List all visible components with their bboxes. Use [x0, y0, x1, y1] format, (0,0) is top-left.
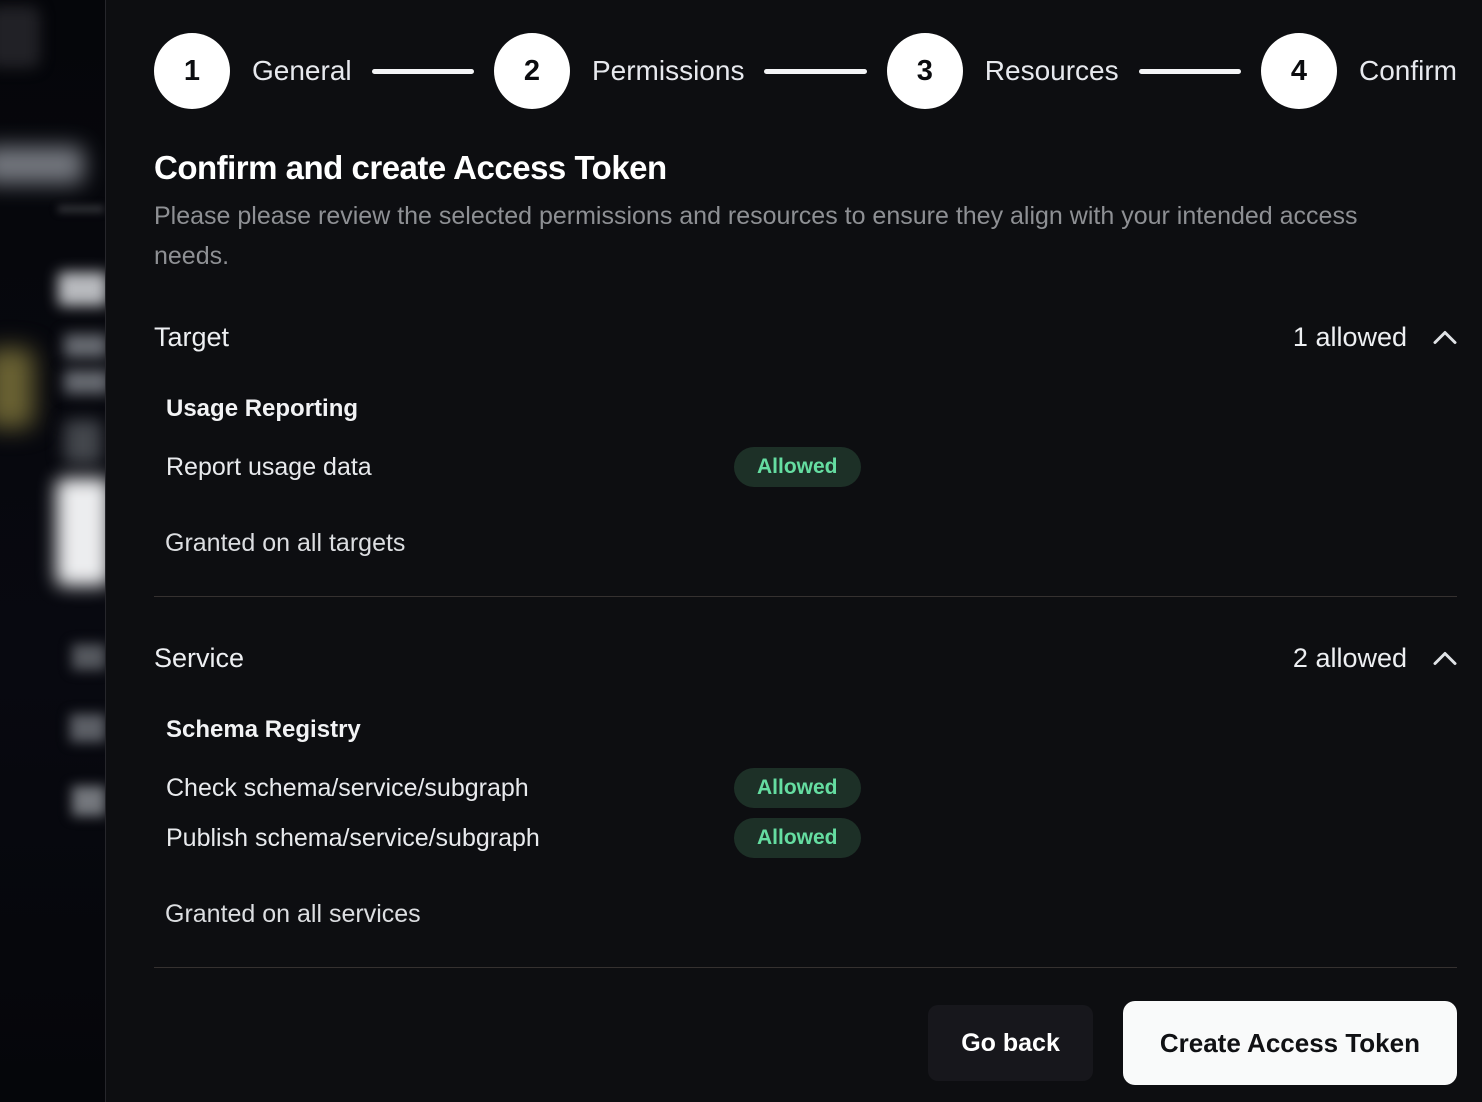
section-collapse-toggle[interactable]: 2 allowed [1293, 643, 1457, 674]
background-page [0, 0, 106, 1102]
step-resources[interactable]: 3 Resources [887, 33, 1119, 109]
step-connector-line [764, 69, 866, 74]
blurred-text-line [72, 786, 106, 816]
step-label: Resources [985, 55, 1119, 87]
step-label: Permissions [592, 55, 744, 87]
permission-row: Check schema/service/subgraph Allowed [166, 768, 1457, 808]
step-number-badge: 4 [1261, 33, 1337, 109]
step-label: General [252, 55, 352, 87]
permission-row: Publish schema/service/subgraph Allowed [166, 818, 1457, 858]
blurred-accent-block [0, 348, 34, 428]
step-number-badge: 3 [887, 33, 963, 109]
chevron-up-icon [1433, 330, 1457, 345]
section-footnote: Granted on all services [165, 900, 1457, 929]
blurred-text-line [64, 334, 106, 358]
blurred-divider [58, 206, 104, 212]
section-target: Target 1 allowed Usage Reporting Report … [154, 322, 1457, 558]
step-connector-line [372, 69, 474, 74]
section-footnote: Granted on all targets [165, 529, 1457, 558]
section-divider [154, 596, 1457, 597]
step-confirm[interactable]: 4 Confirm [1261, 33, 1457, 109]
permission-label: Publish schema/service/subgraph [166, 824, 734, 853]
status-badge: Allowed [734, 768, 861, 808]
blurred-panel [64, 420, 102, 464]
step-connector-line [1139, 69, 1241, 74]
blurred-heading-text [58, 272, 106, 306]
section-service: Service 2 allowed Schema Registry Check … [154, 643, 1457, 929]
step-label: Confirm [1359, 55, 1457, 87]
section-title: Service [154, 643, 244, 674]
step-general[interactable]: 1 General [154, 33, 352, 109]
page-title: Confirm and create Access Token [154, 149, 1457, 187]
step-number-badge: 2 [494, 33, 570, 109]
allowed-count: 2 allowed [1293, 643, 1407, 674]
step-permissions[interactable]: 2 Permissions [494, 33, 744, 109]
status-badge: Allowed [734, 818, 861, 858]
footer-divider [154, 967, 1457, 968]
section-collapse-toggle[interactable]: 1 allowed [1293, 322, 1457, 353]
allowed-count: 1 allowed [1293, 322, 1407, 353]
permission-label: Check schema/service/subgraph [166, 774, 734, 803]
blurred-text-line [72, 644, 106, 670]
wizard-stepper: 1 General 2 Permissions 3 Resources 4 Co… [154, 33, 1457, 109]
page-description: Please please review the selected permis… [154, 196, 1384, 276]
permission-group-heading: Schema Registry [166, 716, 1457, 744]
blurred-logo-tile [0, 6, 40, 68]
blurred-text-line [70, 714, 106, 742]
footer-actions: Go back Create Access Token [154, 1001, 1457, 1085]
permission-row: Report usage data Allowed [166, 447, 1457, 487]
create-access-token-button[interactable]: Create Access Token [1123, 1001, 1457, 1085]
permission-group-heading: Usage Reporting [166, 395, 1457, 423]
blurred-text-line [64, 370, 106, 394]
create-access-token-panel: 1 General 2 Permissions 3 Resources 4 Co… [105, 0, 1482, 1102]
permission-label: Report usage data [166, 453, 734, 482]
section-title: Target [154, 322, 229, 353]
chevron-up-icon [1433, 651, 1457, 666]
blurred-white-card [56, 478, 106, 586]
go-back-button[interactable]: Go back [928, 1005, 1093, 1081]
blurred-nav-label [0, 146, 84, 184]
step-number-badge: 1 [154, 33, 230, 109]
status-badge: Allowed [734, 447, 861, 487]
